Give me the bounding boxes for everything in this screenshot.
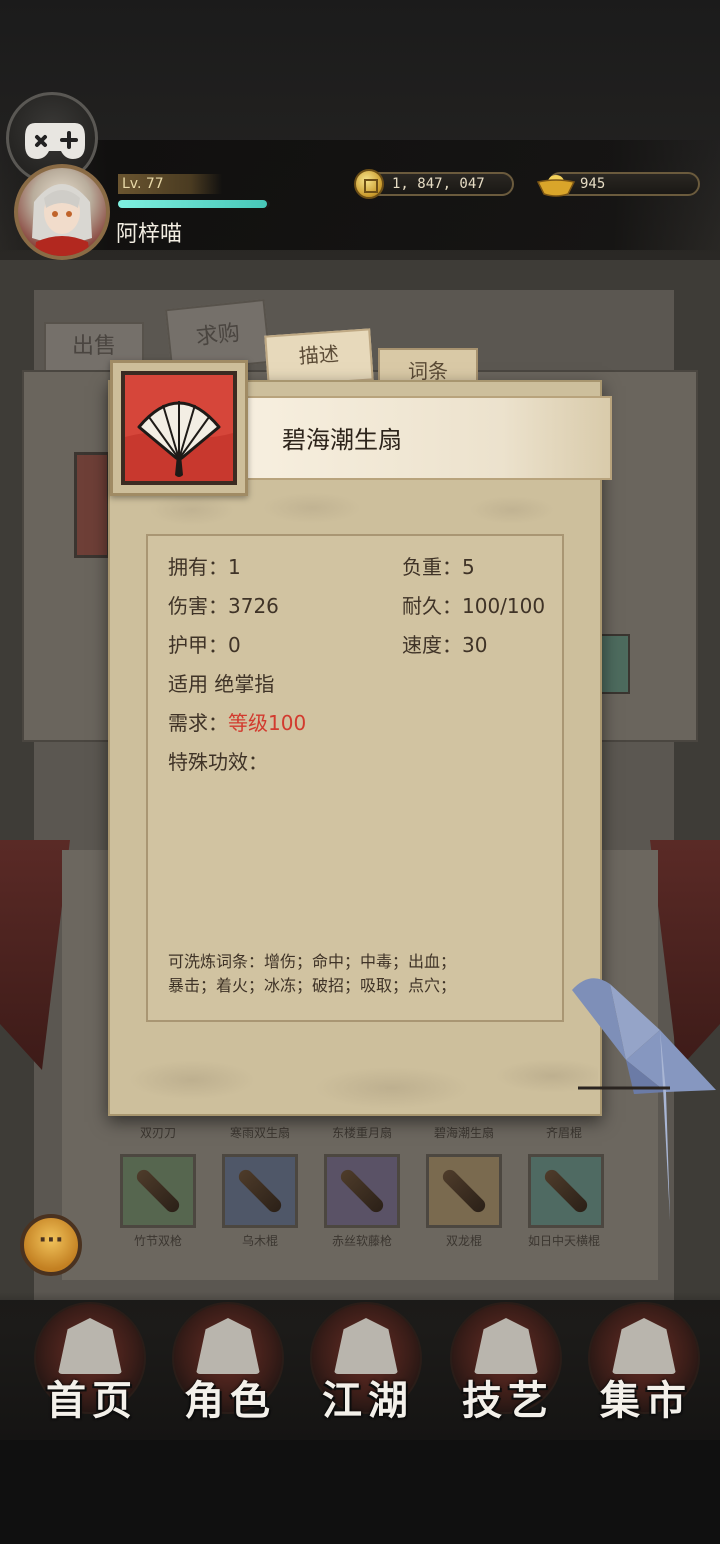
nav-character-label: 角色 [184,1377,276,1424]
stat-apply: 适用 绝掌指 [168,668,274,697]
exp-bar [118,200,270,208]
slot-label: 双刃刀 [139,1126,176,1140]
stat-damage-value: 3726 [228,594,279,618]
avatar-portrait [32,184,92,256]
stat-weight: 负重：5 [402,551,475,580]
nav-jianghu-label: 江湖 [322,1377,414,1424]
stat-armor-label: 护甲： [168,633,228,657]
player-avatar[interactable] [14,164,110,260]
stat-durability-value: 100/100 [462,594,546,618]
slot-label: 寒雨双生扇 [229,1126,290,1140]
ingot-amount: 945 [580,176,606,192]
slot-label: 竹节双枪 [133,1234,182,1248]
stat-weight-label: 负重： [402,555,462,579]
folding-fan-icon [125,401,233,481]
nav-market-label: 集市 [600,1377,692,1424]
stat-own-value: 1 [228,555,241,579]
slot-label: 乌木棍 [241,1234,278,1248]
player-name: 阿梓喵 [116,222,183,247]
stat-own-label: 拥有： [168,555,228,579]
nav-skills-label: 技艺 [462,1377,554,1424]
coin-icon [354,169,384,199]
refine-entries-line1: 可洗炼词条：增伤；命中；中毒；出血； [168,952,457,971]
stat-speed-value: 30 [462,633,488,657]
market-item-slot[interactable] [74,452,110,558]
coin-amount: 1, 847, 047 [392,176,485,192]
stat-requirement: 需求：等级100 [168,707,306,736]
staff-icon [337,1166,387,1216]
tab-description[interactable]: 描述 [264,328,374,388]
stat-armor: 护甲：0 [168,629,241,658]
ingot-icon [536,175,576,197]
gamepad-icon [25,123,85,159]
stat-damage: 伤害：3726 [168,590,279,619]
nav-market[interactable]: 集市 [578,1296,714,1432]
item-icon-background [121,371,237,485]
slot-label: 碧海潮生扇 [433,1126,494,1140]
staff-icon [439,1166,489,1216]
stat-durability: 耐久：100/100 [402,590,545,619]
weapon-slot[interactable] [222,1154,298,1228]
origami-crane [572,978,716,1220]
system-bar-area [0,1440,720,1544]
nav-home[interactable]: 首页 [24,1296,160,1432]
stat-requirement-value: 等级100 [228,711,307,735]
weapon-slot[interactable] [426,1154,502,1228]
level-tag: Lv. 77 [118,174,222,194]
stat-own: 拥有：1 [168,551,241,580]
stat-apply-label: 适用 [168,672,208,696]
stat-special-effect: 特殊功效： [168,750,268,774]
stat-speed-label: 速度： [402,633,462,657]
item-icon-frame [110,360,248,496]
chat-button[interactable] [20,1214,82,1276]
nav-home-label: 首页 [46,1377,138,1424]
refine-entries-line2: 暴击；着火；冰冻；破招；吸取；点穴； [168,976,457,995]
nav-character[interactable]: 角色 [162,1296,298,1432]
stat-durability-label: 耐久： [402,594,462,618]
staff-icon [235,1166,285,1216]
nav-skills[interactable]: 技艺 [440,1296,576,1432]
slot-label: 双龙棍 [445,1234,482,1248]
market-side-button[interactable] [600,634,630,694]
stat-speed: 速度：30 [402,629,487,658]
nav-jianghu[interactable]: 江湖 [300,1296,436,1432]
exp-bar-fill [118,200,267,208]
slot-label: 赤丝软藤枪 [331,1234,392,1248]
stat-armor-value: 0 [228,633,241,657]
item-name: 碧海潮生扇 [282,426,402,454]
slot-label: 东楼重月扇 [331,1126,392,1140]
stat-apply-value: 绝掌指 [214,672,275,696]
stat-weight-value: 5 [462,555,475,579]
cloud-pattern [112,1030,598,1114]
weapon-slot[interactable] [324,1154,400,1228]
weapon-slot[interactable] [120,1154,196,1228]
stat-requirement-label: 需求： [168,711,228,735]
coin-counter[interactable]: 1, 847, 047 [362,172,514,196]
stat-damage-label: 伤害： [168,594,228,618]
slot-label: 如日中天横棍 [527,1234,600,1248]
staff-icon [133,1166,183,1216]
